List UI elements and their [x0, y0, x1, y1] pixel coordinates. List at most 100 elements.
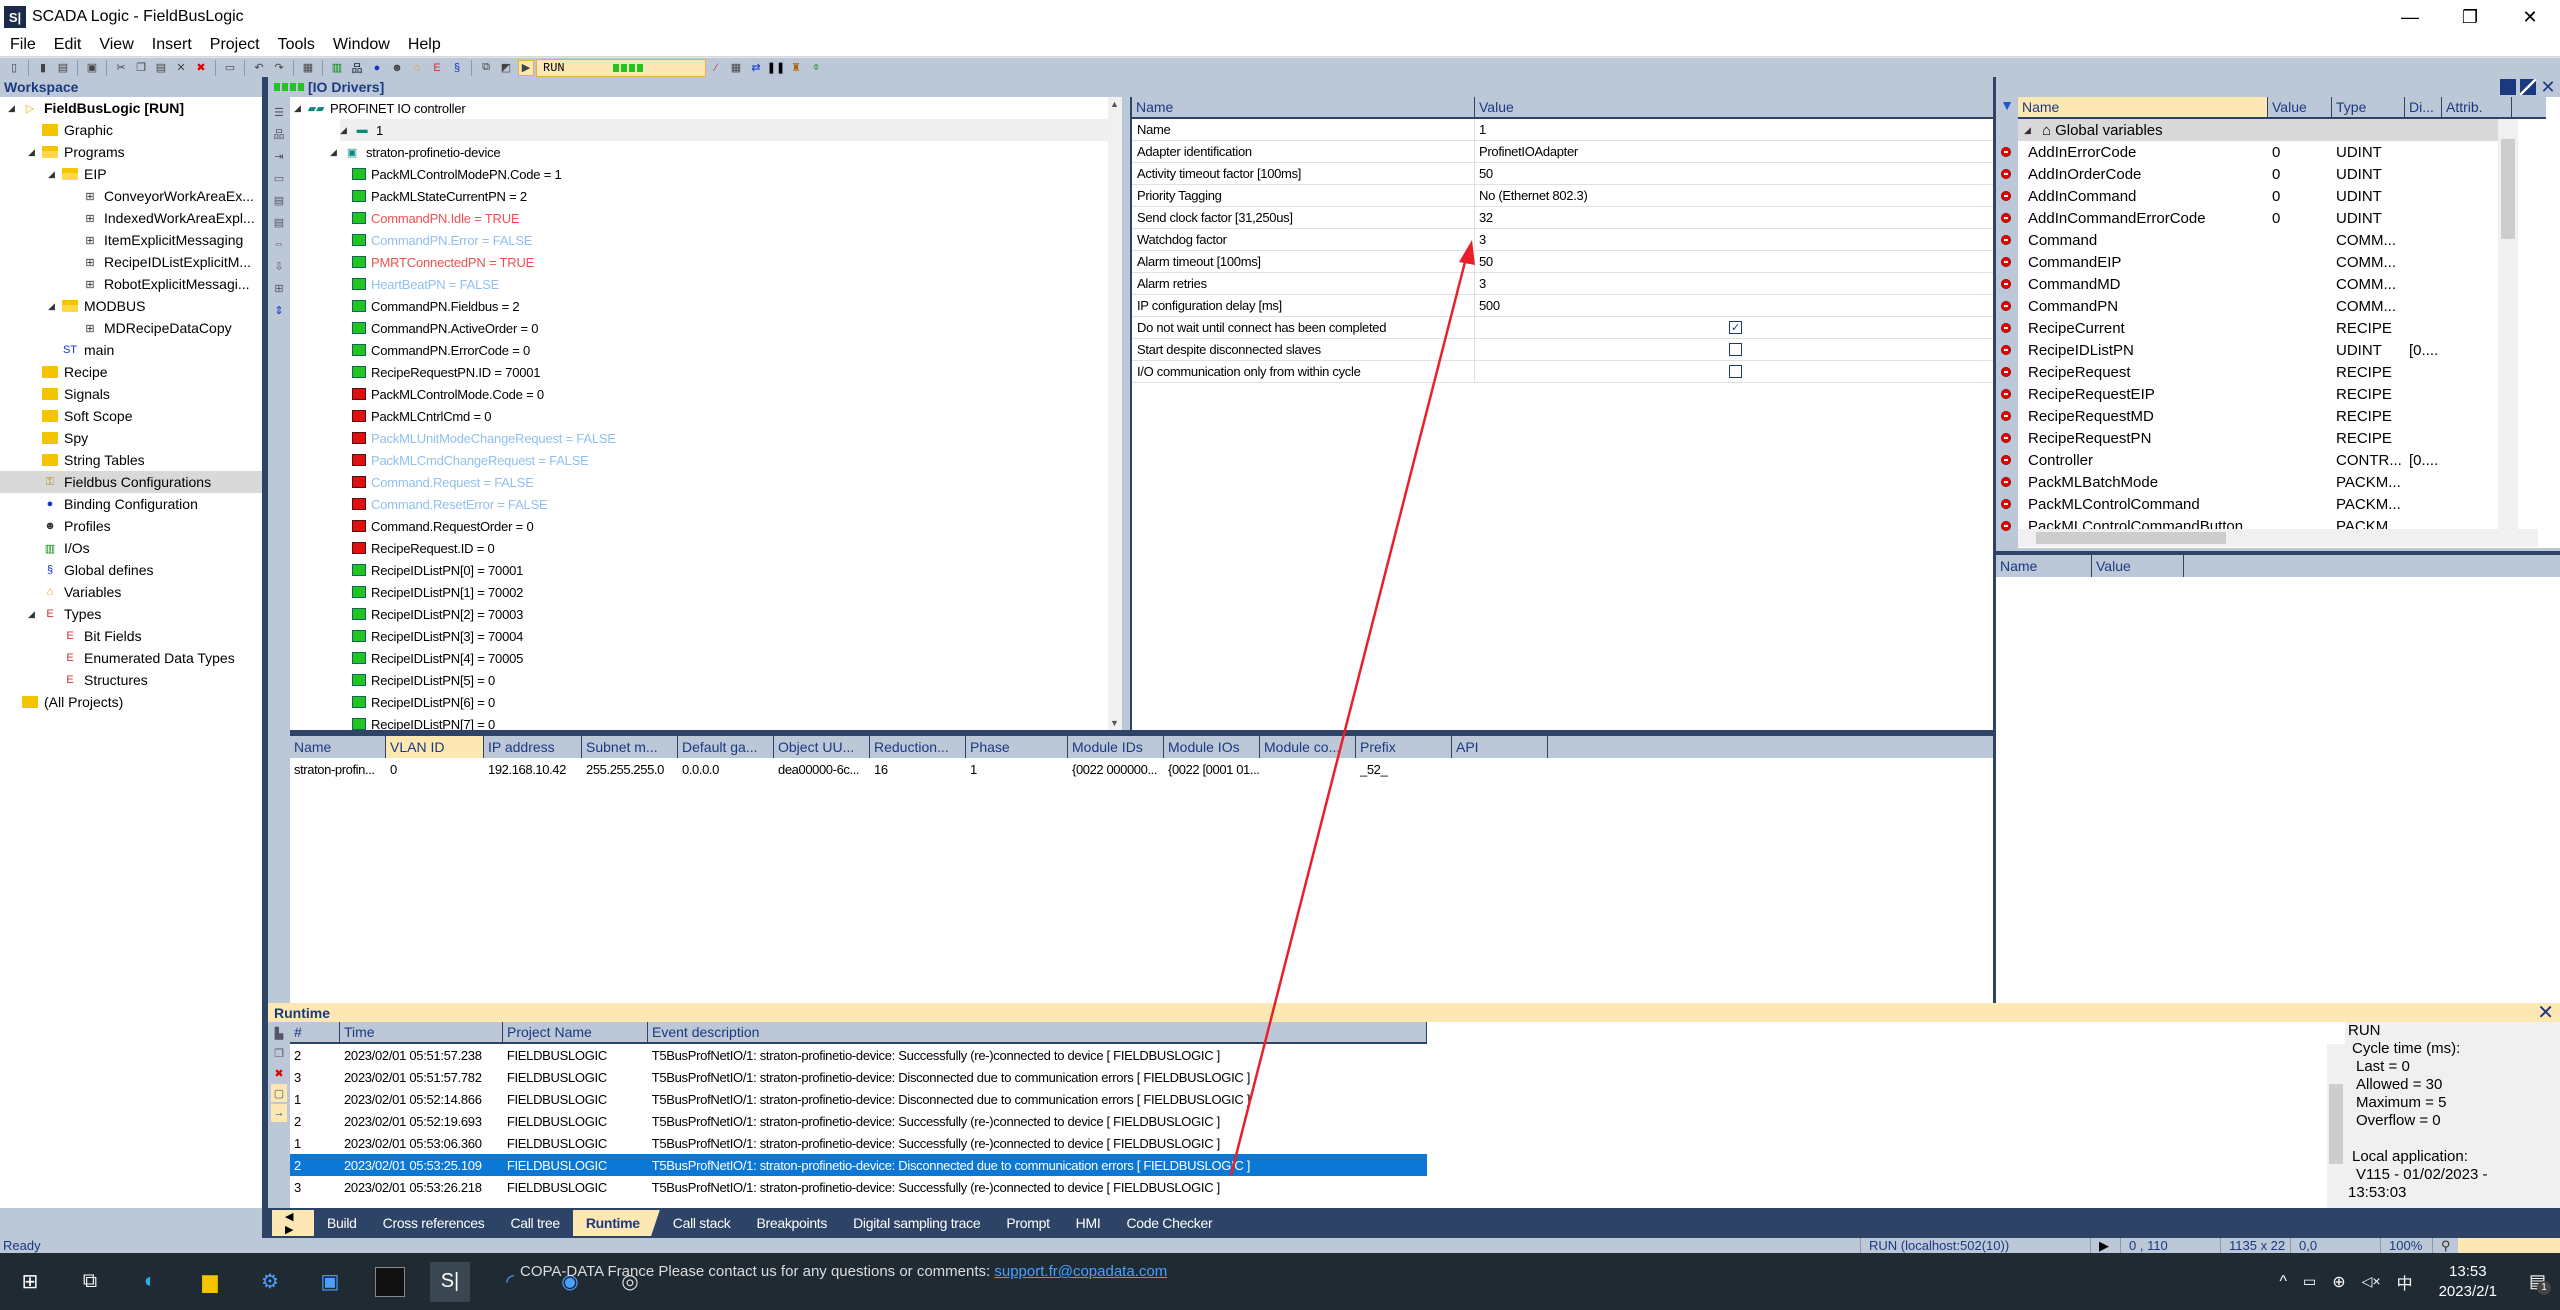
- io-tree-item[interactable]: RecipeIDListPN[5] = 0: [352, 669, 495, 691]
- variables-icon[interactable]: ⌂: [409, 60, 425, 76]
- network-globe-icon[interactable]: ⊕: [2332, 1272, 2345, 1292]
- io-grid-icon[interactable]: ▥: [329, 60, 345, 76]
- workspace-item[interactable]: ⊞ MDRecipeDataCopy: [68, 317, 231, 339]
- variable-row[interactable]: CommandPN COMM...: [2018, 295, 2538, 317]
- clear-log-icon[interactable]: ✖: [271, 1064, 287, 1082]
- new-icon[interactable]: ▯: [6, 60, 22, 76]
- property-row[interactable]: Priority Tagging No (Ethernet 802.3): [1132, 185, 1993, 207]
- io-tree-item[interactable]: PackMLCmdChangeRequest = FALSE: [352, 449, 589, 471]
- workspace-item[interactable]: Recipe: [28, 361, 108, 383]
- io-tree-item[interactable]: CommandPN.ErrorCode = 0: [352, 339, 530, 361]
- tab-build[interactable]: Build: [314, 1210, 370, 1236]
- log-row[interactable]: 1 2023/02/01 05:53:06.360 FIELDBUSLOGIC T5B…: [290, 1132, 1427, 1154]
- copy-icon[interactable]: ❐: [271, 1044, 287, 1062]
- property-row[interactable]: Send clock factor [31,250us] 32: [1132, 207, 1993, 229]
- tab-digital-sampling-trace[interactable]: Digital sampling trace: [840, 1210, 993, 1236]
- log-row[interactable]: 2 2023/02/01 05:53:25.109 FIELDBUSLOGIC T5B…: [290, 1154, 1427, 1176]
- expand-triangle-icon[interactable]: ◢: [28, 147, 38, 158]
- log-row[interactable]: 2 2023/02/01 05:51:57.238 FIELDBUSLOGIC T5B…: [290, 1044, 1427, 1066]
- variable-row[interactable]: Controller CONTR... [0....: [2018, 449, 2538, 471]
- property-row[interactable]: Activity timeout factor [100ms] 50: [1132, 163, 1993, 185]
- io-tree-item[interactable]: PackMLControlModePN.Code = 1: [352, 163, 562, 185]
- property-row[interactable]: Adapter identification ProfinetIOAdapter: [1132, 141, 1993, 163]
- column-header[interactable]: Prefix: [1356, 736, 1452, 758]
- variable-row[interactable]: PackMLBatchMode PACKM...: [2018, 471, 2538, 493]
- property-value[interactable]: 3: [1475, 273, 1993, 294]
- io-tree-item[interactable]: ◢ ▣ straton-profinetio-device: [330, 141, 501, 163]
- workspace-item[interactable]: E Structures: [48, 669, 147, 691]
- tab-cross-references[interactable]: Cross references: [370, 1210, 498, 1236]
- log-row[interactable]: 2 2023/02/01 05:52:19.693 FIELDBUSLOGIC T5B…: [290, 1110, 1427, 1132]
- variable-row[interactable]: CommandMD COMM...: [2018, 273, 2538, 295]
- property-row[interactable]: Alarm timeout [100ms] 50: [1132, 251, 1993, 273]
- property-value[interactable]: 32: [1475, 207, 1993, 228]
- binoculars-icon[interactable]: ⚲: [2432, 1238, 2458, 1253]
- cycle-icon[interactable]: ⌽: [808, 60, 824, 76]
- volume-muted-icon[interactable]: ◁×: [2362, 1273, 2381, 1290]
- workspace-item[interactable]: ⊞ RecipeIDListExplicitM...: [68, 251, 251, 273]
- workspace-item[interactable]: ▥ I/Os: [28, 537, 90, 559]
- close-icon[interactable]: ✕: [2540, 78, 2556, 96]
- variable-row[interactable]: AddInCommandErrorCode 0 UDINT: [2018, 207, 2538, 229]
- column-header[interactable]: VLAN ID: [386, 736, 484, 758]
- property-value[interactable]: [1475, 339, 1993, 360]
- link-icon[interactable]: ⇔: [271, 235, 287, 253]
- workspace-item[interactable]: ⌂ Variables: [28, 581, 122, 603]
- copy-icon[interactable]: ❐: [133, 60, 149, 76]
- online-icon[interactable]: ▶: [518, 59, 534, 76]
- maximize-button[interactable]: ❐: [2440, 0, 2500, 34]
- layout-icon[interactable]: [2500, 79, 2516, 95]
- io-tree-item[interactable]: PackMLCntrlCmd = 0: [352, 405, 492, 427]
- io-tree-item[interactable]: PMRTConnectedPN = TRUE: [352, 251, 534, 273]
- column-header[interactable]: API: [1452, 736, 1548, 758]
- log-row[interactable]: 1 2023/02/01 05:52:14.866 FIELDBUSLOGIC T5B…: [290, 1088, 1427, 1110]
- swap-icon[interactable]: ⇄: [748, 60, 764, 76]
- tab-breakpoints[interactable]: Breakpoints: [743, 1210, 840, 1236]
- io-tree-item[interactable]: PackMLUnitModeChangeRequest = FALSE: [352, 427, 616, 449]
- column-header-name[interactable]: Name: [1132, 97, 1475, 117]
- io-tree-item[interactable]: RecipeIDListPN[1] = 70002: [352, 581, 523, 603]
- property-checkbox[interactable]: [1729, 343, 1742, 356]
- sort-icon[interactable]: ⇩: [271, 257, 287, 275]
- export-icon[interactable]: ▤: [271, 213, 287, 231]
- io-tree-item[interactable]: RecipeIDListPN[3] = 70004: [352, 625, 523, 647]
- expand-triangle-icon[interactable]: ◢: [340, 125, 350, 136]
- calculator-icon[interactable]: ▦: [300, 60, 316, 76]
- insert-master-icon[interactable]: ▭: [271, 169, 287, 187]
- column-header[interactable]: Module IDs: [1068, 736, 1164, 758]
- undo-icon[interactable]: ↶: [251, 60, 267, 76]
- io-tree-item[interactable]: RecipeIDListPN[0] = 70001: [352, 559, 523, 581]
- scroll-up-icon[interactable]: ▲: [1110, 99, 1119, 109]
- variable-row[interactable]: CommandEIP COMM...: [2018, 251, 2538, 273]
- column-header[interactable]: Phase: [966, 736, 1068, 758]
- column-header-event[interactable]: Event description: [648, 1022, 1427, 1042]
- workspace-item[interactable]: String Tables: [28, 449, 145, 471]
- menu-insert[interactable]: Insert: [142, 36, 200, 54]
- tab-prompt[interactable]: Prompt: [993, 1210, 1062, 1236]
- column-header[interactable]: Module IOs: [1164, 736, 1260, 758]
- property-checkbox[interactable]: ✓: [1729, 321, 1742, 334]
- save-all-icon[interactable]: ▤: [55, 60, 71, 76]
- menu-edit[interactable]: Edit: [44, 36, 90, 54]
- column-header[interactable]: Subnet m...: [582, 736, 678, 758]
- expand-triangle-icon[interactable]: ◢: [48, 301, 58, 312]
- io-tree-item[interactable]: RecipeIDListPN[4] = 70005: [352, 647, 523, 669]
- column-header-project[interactable]: Project Name: [503, 1022, 648, 1042]
- export-icon[interactable]: ◩: [498, 60, 514, 76]
- print-icon[interactable]: ▣: [84, 60, 100, 76]
- workspace-item[interactable]: ST main: [48, 339, 114, 361]
- redo-icon[interactable]: ↷: [271, 60, 287, 76]
- io-tree-item[interactable]: ◢ ▰▰ PROFINET IO controller: [294, 97, 466, 119]
- workspace-item[interactable]: E Enumerated Data Types: [48, 647, 234, 669]
- column-header-value[interactable]: Value: [1475, 97, 1993, 117]
- device-table-row[interactable]: straton-profin... 0 192.168.10.42 255.255.2…: [290, 758, 1993, 780]
- expand-triangle-icon[interactable]: ◢: [2024, 125, 2034, 136]
- workspace-item[interactable]: § Global defines: [28, 559, 154, 581]
- debug-icon[interactable]: ♜: [788, 60, 804, 76]
- menu-help[interactable]: Help: [398, 36, 449, 54]
- column-header-value[interactable]: Value: [2092, 555, 2184, 577]
- property-value[interactable]: No (Ethernet 802.3): [1475, 185, 1993, 206]
- types-icon[interactable]: E: [429, 60, 445, 76]
- property-checkbox[interactable]: [1729, 365, 1742, 378]
- workspace-item[interactable]: ◢ Programs: [28, 141, 125, 163]
